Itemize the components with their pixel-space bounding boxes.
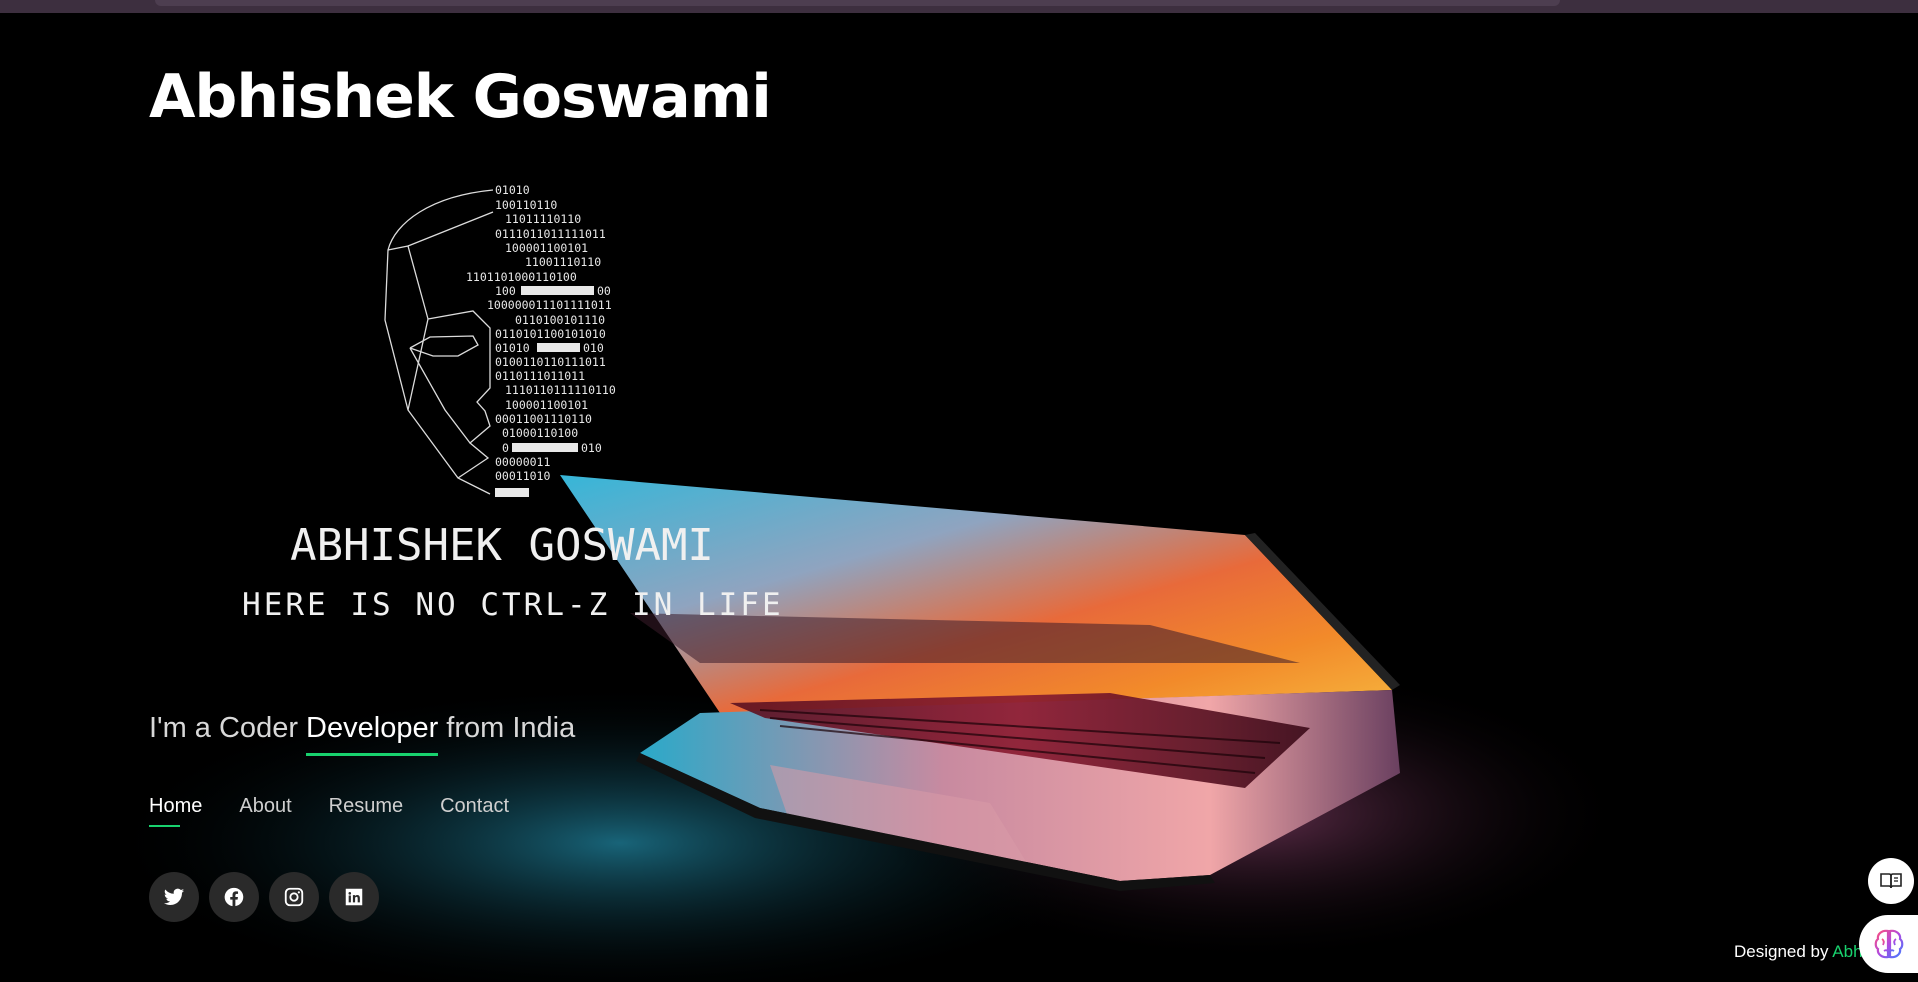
svg-text:01010: 01010 — [495, 183, 530, 197]
browser-top-bar-tab — [155, 0, 1560, 6]
svg-text:100110110: 100110110 — [495, 198, 557, 212]
page-title: Abhishek Goswami — [149, 62, 772, 132]
svg-text:01000110100: 01000110100 — [502, 426, 578, 440]
logo-motto-text: THERE IS NO CTRL-Z IN LIFE — [240, 587, 780, 623]
linkedin-icon — [345, 888, 363, 906]
twitter-icon — [163, 888, 185, 905]
instagram-button[interactable] — [269, 872, 319, 922]
designer-name-link[interactable]: Abh — [1832, 942, 1862, 961]
designed-by-credit: Designed by Abh — [1734, 942, 1863, 962]
ai-assistant-button[interactable] — [1859, 915, 1918, 973]
nav-item-resume[interactable]: Resume — [329, 795, 403, 818]
logo-binary-face: 01010 100110110 11011110110 011101101111… — [240, 183, 780, 623]
designed-by-label: Designed by — [1734, 942, 1833, 961]
svg-text:100001100101: 100001100101 — [505, 398, 588, 412]
svg-text:0110100101110: 0110100101110 — [515, 313, 605, 327]
instagram-icon — [284, 887, 304, 907]
tagline-prefix: I'm a Coder — [149, 712, 307, 744]
svg-text:100000011101111011: 100000011101111011 — [487, 298, 612, 312]
tagline-suffix: from India — [438, 712, 576, 744]
facebook-icon — [224, 887, 244, 907]
svg-text:00: 00 — [597, 284, 611, 298]
svg-text:00011010: 00011010 — [495, 469, 550, 483]
svg-text:0: 0 — [502, 441, 509, 455]
svg-text:010: 010 — [581, 441, 602, 455]
reader-mode-button[interactable] — [1868, 858, 1914, 904]
svg-text:00011001110110: 00011001110110 — [495, 412, 592, 426]
svg-text:010: 010 — [583, 341, 604, 355]
tagline-typed-word: Developer — [306, 712, 439, 756]
nav-item-contact[interactable]: Contact — [440, 795, 509, 818]
svg-text:0111011011111011: 0111011011111011 — [495, 227, 606, 241]
nav-item-home[interactable]: Home — [149, 795, 202, 827]
brain-icon — [1874, 929, 1903, 959]
main-nav: Home About Resume Contact — [149, 795, 509, 827]
logo-name-text: ABHISHEK GOSWAMI — [290, 520, 714, 571]
svg-text:1101101000110100: 1101101000110100 — [466, 270, 577, 284]
hero-tagline: I'm a Coder Developer from India — [149, 712, 576, 756]
linkedin-button[interactable] — [329, 872, 379, 922]
facebook-button[interactable] — [209, 872, 259, 922]
svg-text:100: 100 — [495, 284, 516, 298]
social-links — [149, 872, 379, 922]
svg-text:00000011: 00000011 — [495, 455, 550, 469]
book-icon — [1880, 873, 1902, 889]
svg-text:1110110111110110: 1110110111110110 — [505, 383, 616, 397]
svg-text:11011110110: 11011110110 — [505, 212, 581, 226]
twitter-button[interactable] — [149, 872, 199, 922]
nav-item-about[interactable]: About — [239, 795, 291, 818]
svg-text:0100110110111011: 0100110110111011 — [495, 355, 606, 369]
svg-text:100001100101: 100001100101 — [505, 241, 588, 255]
svg-text:0110111011011: 0110111011011 — [495, 369, 585, 383]
svg-text:01010: 01010 — [495, 341, 530, 355]
browser-top-bar — [0, 0, 1918, 13]
svg-text:0110101100101010: 0110101100101010 — [495, 327, 606, 341]
binary-text-lines: 01010 100110110 11011110110 011101101111… — [466, 183, 616, 497]
svg-text:11001110110: 11001110110 — [525, 255, 601, 269]
